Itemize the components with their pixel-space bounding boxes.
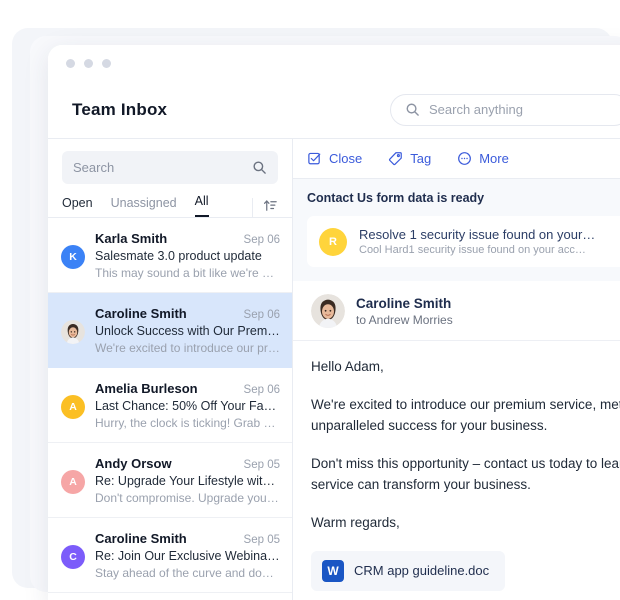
message-recipient: to Andrew Morries: [356, 312, 453, 327]
avatar: [61, 320, 85, 344]
message-paragraph: Don't miss this opportunity – contact us…: [311, 455, 620, 492]
tag-icon: [388, 151, 403, 166]
message-toolbar: Close Tag More: [293, 139, 620, 179]
notice-card[interactable]: R Resolve 1 security issue found on your…: [307, 216, 620, 267]
notice-block: Contact Us form data is ready R Resolve …: [293, 179, 620, 281]
avatar: A: [61, 395, 85, 419]
list-item[interactable]: Caroline Smith Sep 06 Unlock Success with …: [48, 293, 292, 368]
list-item-content: Caroline Smith Sep 06 Unlock Success with …: [95, 306, 280, 355]
list-item-preview: We're excited to introduce our premi…: [95, 341, 280, 355]
more-button[interactable]: More: [457, 151, 509, 166]
list-item-date: Sep 05: [243, 459, 280, 471]
avatar: [311, 294, 345, 328]
message-paragraph: We're excited to introduce our premium s…: [311, 396, 620, 433]
list-item-sender: Karla Smith: [95, 231, 168, 246]
sort-ascending-icon[interactable]: [252, 198, 278, 217]
list-item-subject: Unlock Success with Our Premium…: [95, 324, 280, 338]
list-item-preview: Stay ahead of the curve and domina…: [95, 566, 280, 580]
tag-button-label: Tag: [410, 151, 432, 166]
list-item-sender: Andy Orsow: [95, 456, 172, 471]
word-doc-icon: W: [322, 559, 344, 582]
list-item-content: Karla Smith Sep 06 Salesmate 3.0 product u…: [95, 231, 280, 280]
list-item-sender: Caroline Smith: [95, 531, 187, 546]
avatar: C: [61, 545, 85, 569]
tab-unassigned[interactable]: Unassigned: [111, 196, 177, 217]
list-item[interactable]: A Amelia Burleson Sep 06 Last Chance: 50% O…: [48, 368, 292, 443]
list-item-content: Amelia Burleson Sep 06 Last Chance: 50% Of…: [95, 381, 280, 430]
list-item-date: Sep 06: [243, 309, 280, 321]
search-icon[interactable]: [252, 160, 267, 175]
close-dot-icon[interactable]: [66, 58, 75, 68]
list-item-date: Sep 06: [243, 384, 280, 396]
message-list[interactable]: K Karla Smith Sep 06 Salesmate 3.0 product …: [48, 218, 292, 600]
list-search-input[interactable]: [73, 160, 252, 175]
avatar: K: [61, 245, 85, 269]
tag-button[interactable]: Tag: [388, 151, 431, 166]
attachment-chip[interactable]: W CRM app guideline.doc: [311, 550, 506, 591]
close-button[interactable]: Close: [307, 151, 362, 166]
list-search[interactable]: [62, 151, 278, 184]
list-item-preview: Don't compromise. Upgrade your lif…: [95, 491, 280, 505]
list-item-date: Sep 06: [243, 234, 280, 246]
list-item-preview: This may sound a bit like we're s…: [95, 266, 280, 280]
more-button-label: More: [479, 151, 509, 166]
screenshot-root: Team Inbox Search anything Search Open U…: [0, 0, 620, 600]
search-icon: [405, 102, 420, 117]
list-item-content: Caroline Smith Sep 05 Re: Join Our Exclusi…: [95, 531, 280, 580]
minimize-dot-icon[interactable]: [84, 58, 93, 68]
message-paragraph: Hello Adam,: [311, 359, 384, 374]
avatar: A: [61, 470, 85, 494]
notice-headline: Resolve 1 security issue found on your…: [359, 227, 596, 242]
maximize-dot-icon[interactable]: [102, 58, 111, 68]
reading-pane: Close Tag More Contact Us form data is r…: [293, 139, 620, 600]
window-titlebar: [48, 45, 620, 81]
app-window: Team Inbox Search anything Search Open U…: [48, 45, 620, 600]
list-item-content: Andy Orsow Sep 05 Re: Upgrade Your Lifesty…: [95, 456, 280, 505]
list-item[interactable]: K Karla Smith Sep 06 Salesmate 3.0 product …: [48, 218, 292, 293]
filter-tabs: Open Unassigned All: [48, 184, 292, 218]
list-item-sender: Caroline Smith: [95, 306, 187, 321]
message-sender: Caroline Smith: [356, 295, 452, 311]
message-list-panel: Open Unassigned All K Karla Smith Sep 06 Sa…: [48, 139, 293, 600]
more-circle-icon: [457, 151, 472, 166]
check-square-icon: [307, 151, 322, 166]
message-paragraph: Warm regards,: [311, 514, 400, 530]
close-button-label: Close: [329, 151, 363, 166]
app-body: Open Unassigned All K Karla Smith Sep 06 Sa…: [48, 139, 620, 600]
list-item-date: Sep 05: [243, 534, 280, 546]
list-item-preview: Hurry, the clock is ticking! Grab your…: [95, 416, 280, 430]
list-item-subject: Last Chance: 50% Off Your Favorite…: [95, 399, 280, 413]
message-header: Caroline Smith to Andrew Morries: [293, 281, 620, 340]
tab-all[interactable]: All: [194, 194, 209, 217]
list-item-subject: Salesmate 3.0 product update: [95, 249, 262, 263]
tab-open[interactable]: Open: [62, 196, 93, 217]
list-item-subject: Re: Upgrade Your Lifestyle with Our…: [95, 474, 280, 488]
avatar: R: [319, 227, 347, 256]
list-search-wrapper: [48, 139, 292, 184]
message-body: Hello Adam, We're excited to introduce o…: [293, 340, 620, 600]
list-item-subject: Re: Join Our Exclusive Webinar: Ma…: [95, 549, 280, 563]
notice-subline: Cool Hard1 security issue found on your …: [359, 244, 586, 256]
page-title: Team Inbox: [72, 99, 168, 119]
list-item[interactable]: A Andy Orsow Sep 05 Re: Upgrade Your Lifest…: [48, 443, 292, 518]
list-item-sender: Amelia Burleson: [95, 381, 198, 396]
list-item[interactable]: C Caroline Smith Sep 05 Re: Join Our Exclus…: [48, 518, 292, 593]
notice-title: Contact Us form data is ready: [307, 191, 485, 205]
attachment-name: CRM app guideline.doc: [354, 563, 490, 579]
global-search[interactable]: [390, 93, 620, 126]
global-search-input[interactable]: [429, 102, 615, 117]
app-header: Team Inbox: [48, 81, 620, 139]
